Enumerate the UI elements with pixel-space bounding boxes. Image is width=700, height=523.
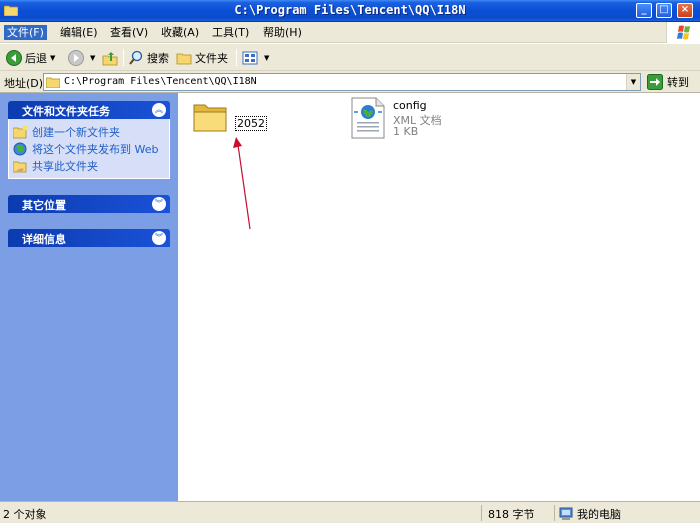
folders-button[interactable]: 文件夹	[176, 48, 228, 68]
toolbar-separator	[123, 49, 124, 66]
folder-icon	[193, 104, 227, 132]
task-label: 共享此文件夹	[32, 159, 98, 173]
toolbar: 后退 ▼ ▼ 搜索 文件夹 ▼	[0, 44, 700, 71]
maximize-button[interactable]: □	[656, 3, 672, 18]
address-path: C:\Program Files\Tencent\QQ\I18N	[64, 76, 257, 87]
status-bytes: 818 字节	[488, 508, 535, 521]
status-bar: 2 个对象 818 字节 我的电脑	[0, 501, 700, 523]
menu-edit[interactable]: 编辑(E)	[57, 25, 101, 40]
details-title: 详细信息	[22, 233, 66, 246]
file-name[interactable]: 2052	[235, 116, 267, 131]
collapse-icon[interactable]: ︽	[152, 103, 166, 117]
folders-label: 文件夹	[195, 52, 228, 65]
share-folder-icon	[13, 161, 27, 172]
status-location-label: 我的电脑	[577, 508, 621, 521]
status-location: 我的电脑	[559, 506, 621, 522]
main-content: 文件和文件夹任务 ︽ 创建一个新文件夹 将这个文件夹发布到 Web 共享此文件夹…	[0, 93, 700, 501]
window-title: C:\Program Files\Tencent\QQ\I18N	[234, 3, 466, 17]
folders-icon	[176, 53, 192, 65]
task-share-folder[interactable]: 共享此文件夹	[13, 157, 169, 174]
back-label: 后退	[25, 52, 47, 65]
folder-icon	[46, 77, 60, 88]
address-bar: 地址(D) C:\Program Files\Tencent\QQ\I18N ▼…	[0, 71, 700, 93]
expand-icon[interactable]: ︾	[152, 231, 166, 245]
task-pane: 文件和文件夹任务 ︽ 创建一个新文件夹 将这个文件夹发布到 Web 共享此文件夹…	[0, 93, 178, 501]
task-label: 创建一个新文件夹	[32, 125, 120, 139]
forward-dropdown-icon[interactable]: ▼	[90, 54, 95, 62]
other-places-header[interactable]: 其它位置 ︾	[8, 195, 170, 213]
close-button[interactable]: ×	[677, 3, 693, 18]
menu-bar: 文件(F) 编辑(E) 查看(V) 收藏(A) 工具(T) 帮助(H)	[0, 22, 700, 43]
globe-icon	[13, 142, 27, 155]
status-objects: 2 个对象	[3, 508, 47, 521]
minimize-button[interactable]: _	[636, 3, 652, 18]
title-bar[interactable]: C:\Program Files\Tencent\QQ\I18N _ □ ×	[0, 0, 700, 22]
my-computer-icon	[559, 507, 573, 520]
views-dropdown-icon[interactable]: ▼	[264, 54, 269, 62]
status-separator	[481, 505, 482, 521]
file-tasks-box: 文件和文件夹任务 ︽ 创建一个新文件夹 将这个文件夹发布到 Web 共享此文件夹	[8, 101, 170, 179]
address-label: 地址(D)	[4, 77, 44, 90]
annotation-arrow-icon	[233, 137, 251, 230]
menu-tools[interactable]: 工具(T)	[209, 25, 252, 40]
new-folder-icon	[13, 125, 28, 138]
file-tasks-header[interactable]: 文件和文件夹任务 ︽	[8, 101, 170, 119]
status-separator	[554, 505, 555, 521]
menu-help[interactable]: 帮助(H)	[260, 25, 305, 40]
file-item-config[interactable]: config XML 文档 1 KB	[350, 97, 470, 141]
up-folder-icon	[102, 52, 118, 66]
address-dropdown-icon[interactable]: ▼	[626, 74, 640, 90]
file-tasks-title: 文件和文件夹任务	[22, 105, 110, 118]
search-label: 搜索	[147, 52, 169, 65]
go-button[interactable]: 转到	[647, 74, 689, 90]
other-places-title: 其它位置	[22, 199, 66, 212]
menu-favorites[interactable]: 收藏(A)	[158, 25, 202, 40]
search-icon	[129, 50, 143, 65]
expand-icon[interactable]: ︾	[152, 197, 166, 211]
xml-file-icon	[351, 97, 385, 139]
toolbar-separator	[236, 49, 237, 66]
views-button[interactable]: ▼	[242, 48, 269, 68]
back-arrow-icon	[6, 50, 22, 66]
go-arrow-icon	[647, 74, 663, 90]
task-new-folder[interactable]: 创建一个新文件夹	[13, 123, 169, 140]
task-label: 将这个文件夹发布到 Web	[32, 142, 159, 156]
windows-logo-icon	[666, 22, 700, 43]
up-folder-button[interactable]	[102, 48, 121, 68]
details-box: 详细信息 ︾	[8, 229, 170, 247]
back-dropdown-icon[interactable]: ▼	[50, 54, 55, 62]
file-size: 1 KB	[393, 125, 419, 138]
go-label: 转到	[667, 76, 689, 89]
forward-arrow-icon	[68, 50, 84, 66]
search-button[interactable]: 搜索	[128, 48, 169, 68]
file-name: config	[393, 99, 427, 112]
views-icon	[242, 51, 258, 65]
address-input[interactable]: C:\Program Files\Tencent\QQ\I18N ▼	[43, 73, 641, 91]
forward-button[interactable]: ▼	[68, 48, 95, 68]
other-places-box: 其它位置 ︾	[8, 195, 170, 213]
file-tasks-list: 创建一个新文件夹 将这个文件夹发布到 Web 共享此文件夹	[8, 119, 170, 179]
back-button[interactable]: 后退 ▼	[6, 48, 55, 68]
details-header[interactable]: 详细信息 ︾	[8, 229, 170, 247]
task-publish-web[interactable]: 将这个文件夹发布到 Web	[13, 140, 169, 157]
menu-file[interactable]: 文件(F)	[4, 25, 47, 40]
menu-view[interactable]: 查看(V)	[107, 25, 151, 40]
